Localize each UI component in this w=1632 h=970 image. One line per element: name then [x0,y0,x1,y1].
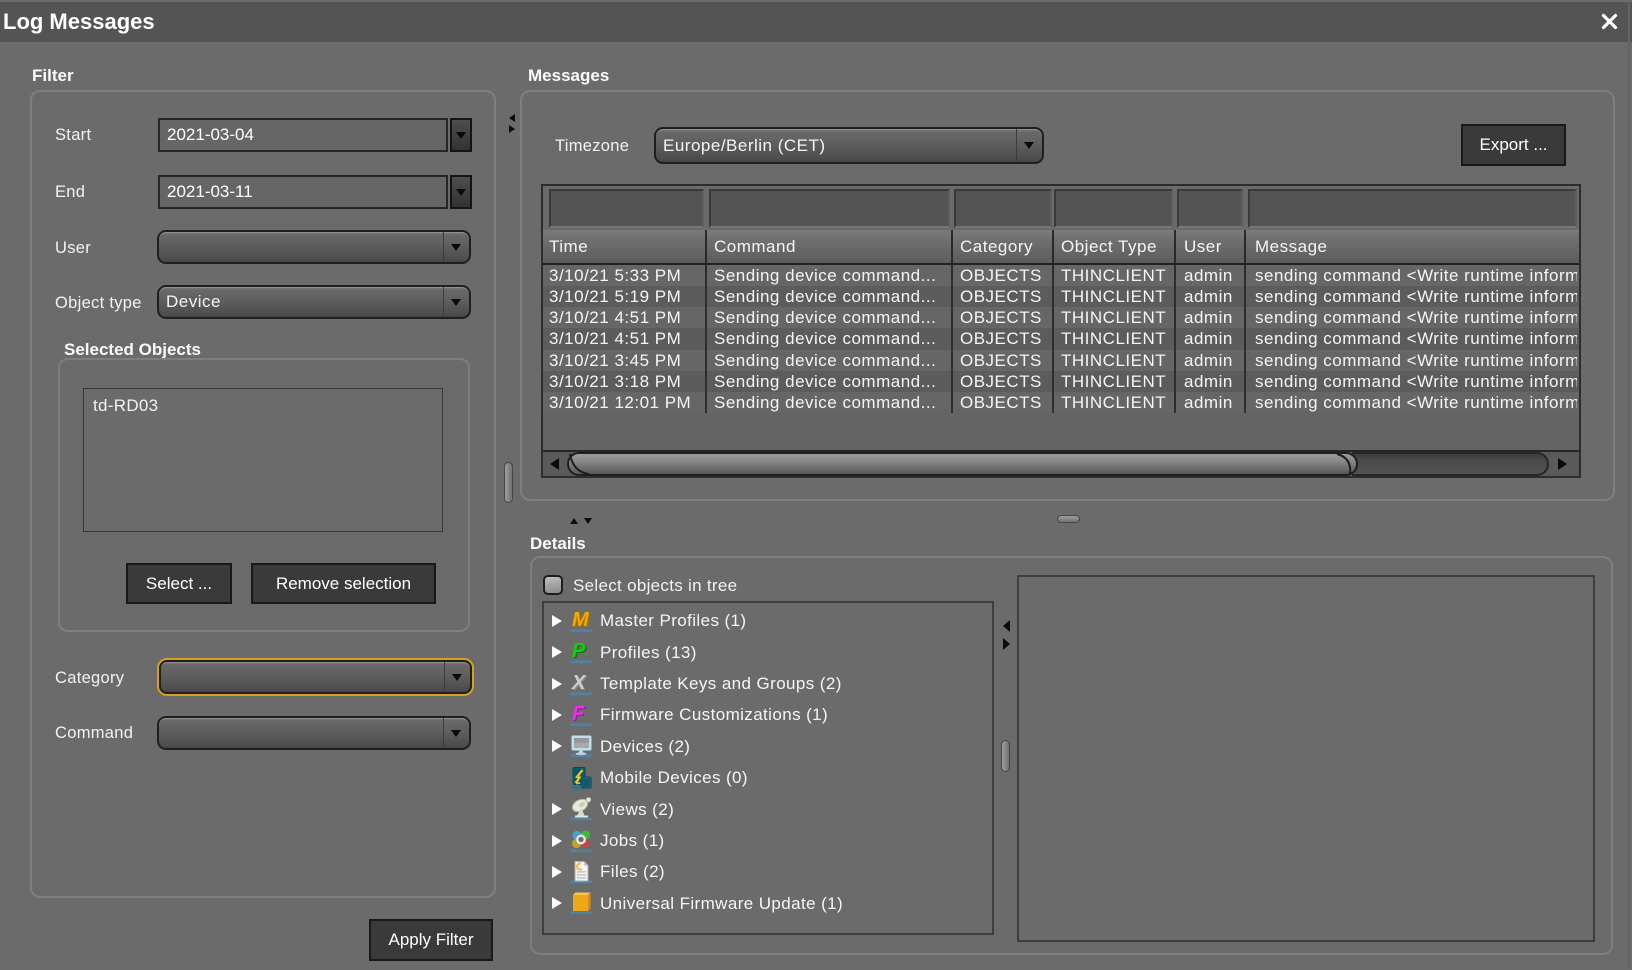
svg-text:M: M [572,609,590,631]
svg-text:X: X [571,672,587,694]
svg-text:F: F [572,703,585,725]
svg-text:P: P [572,640,586,662]
